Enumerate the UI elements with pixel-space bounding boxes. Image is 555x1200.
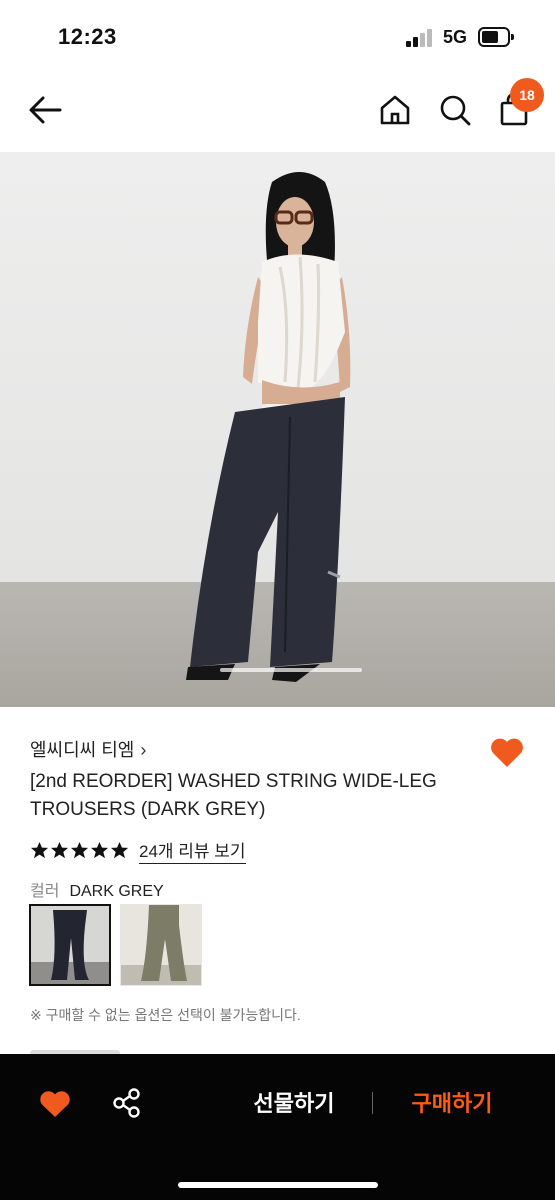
arrow-left-icon: [29, 96, 62, 124]
heart-icon: [491, 738, 523, 767]
product-image-carousel[interactable]: [0, 152, 555, 707]
button-divider: [372, 1092, 373, 1114]
star-icon: [70, 841, 89, 858]
rating-stars: [30, 841, 129, 860]
review-link[interactable]: 24개 리뷰 보기: [139, 837, 246, 864]
heart-icon: [40, 1091, 70, 1117]
color-swatch-dark-grey[interactable]: [29, 904, 111, 986]
cart-count-badge: 18: [510, 78, 544, 112]
status-time: 12:23: [58, 24, 117, 49]
carousel-indicator: [220, 668, 362, 672]
brand-link[interactable]: 엘씨디씨 티엠 ›: [30, 736, 146, 762]
star-icon: [110, 841, 129, 858]
share-button[interactable]: [110, 1086, 144, 1120]
signal-icon: [406, 29, 434, 47]
star-icon: [50, 841, 69, 858]
battery-icon: [478, 27, 514, 47]
swatch-photo-dark-grey: [31, 906, 109, 984]
back-button[interactable]: [24, 90, 68, 130]
search-icon: [440, 95, 471, 126]
search-button[interactable]: [436, 90, 474, 130]
color-swatch-khaki[interactable]: [120, 904, 202, 986]
color-label: 컬러: [30, 883, 60, 900]
rating-row: 24개 리뷰 보기: [30, 837, 246, 864]
like-button[interactable]: [38, 1088, 72, 1120]
color-option-row: 컬러 DARK GREY: [30, 877, 164, 901]
status-bar: 12:23 5G: [0, 0, 555, 72]
home-icon: [380, 95, 410, 125]
top-nav-bar: 18: [0, 72, 555, 152]
chevron-right-icon: ›: [140, 740, 147, 760]
bottom-action-bar: 선물하기 구매하기: [0, 1054, 555, 1200]
buy-button[interactable]: 구매하기: [396, 1088, 508, 1120]
brand-name: 엘씨디씨 티엠: [30, 740, 135, 760]
home-indicator: [178, 1182, 378, 1188]
option-notice: ※ 구매할 수 없는 옵션은 선택이 불가능합니다.: [30, 1007, 301, 1023]
swatch-photo-khaki: [121, 905, 201, 985]
color-value: DARK GREY: [69, 883, 164, 900]
share-icon: [113, 1088, 140, 1118]
star-icon: [90, 841, 109, 858]
wishlist-button[interactable]: [488, 734, 526, 770]
product-photo: [0, 152, 555, 707]
network-type: 5G: [443, 27, 468, 47]
home-button[interactable]: [376, 90, 414, 130]
product-title: [2nd REORDER] WASHED STRING WIDE-LEG TRO…: [30, 771, 437, 820]
star-icon: [30, 841, 49, 858]
gift-button[interactable]: 선물하기: [238, 1088, 350, 1120]
